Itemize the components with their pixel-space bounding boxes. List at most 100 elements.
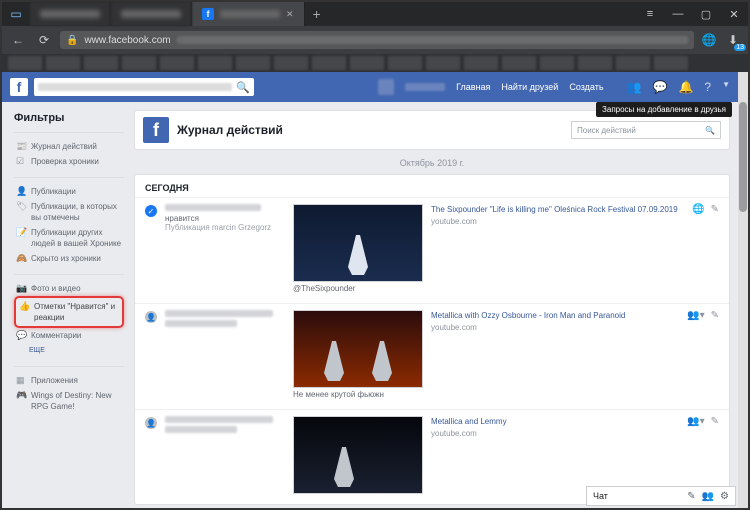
sidebar-group-3: 📷Фото и видео 👍Отметки "Нравится" и реак… xyxy=(14,274,124,358)
tab-active-facebook[interactable]: f ✕ xyxy=(192,2,305,26)
page-title: Журнал действий xyxy=(177,123,283,137)
thumbnail-caption: @TheSixpounder xyxy=(293,284,423,293)
sidebar-item-others-posts[interactable]: 📝Публикации других людей в вашей Хронике xyxy=(14,225,124,251)
sidebar-item-game[interactable]: 🎮Wings of Destiny: New RPG Game! xyxy=(14,388,124,414)
edit-icon[interactable]: ✎ xyxy=(711,416,719,427)
maximize-button[interactable]: ▢ xyxy=(692,2,720,26)
close-button[interactable]: ✕ xyxy=(720,2,748,26)
edit-icon[interactable]: ✎ xyxy=(711,204,719,215)
scrollbar-thumb[interactable] xyxy=(739,102,747,212)
sidebar-item-comments[interactable]: 💬Комментарии xyxy=(14,328,124,343)
nav-find-friends[interactable]: Найти друзей xyxy=(501,82,558,92)
bookmark-item[interactable] xyxy=(350,56,384,70)
tab-title-blurred xyxy=(220,10,280,18)
notifications-icon[interactable]: 🔔 xyxy=(678,80,693,94)
entry-description: нравится Публикация marcin Grzegorz xyxy=(165,204,285,293)
bookmark-item[interactable] xyxy=(274,56,308,70)
video-thumbnail[interactable] xyxy=(293,416,423,494)
filters-sidebar: Фильтры 📰Журнал действий ☑Проверка хрони… xyxy=(2,102,130,508)
bookmark-item[interactable] xyxy=(46,56,80,70)
new-tab-button[interactable]: + xyxy=(305,2,329,26)
activity-search-box[interactable]: Поиск действий 🔍 xyxy=(571,121,721,139)
bookmark-item[interactable] xyxy=(578,56,612,70)
video-thumbnail[interactable] xyxy=(293,310,423,388)
bookmark-item[interactable] xyxy=(388,56,422,70)
sidebar-item-activity-log[interactable]: 📰Журнал действий xyxy=(14,139,124,154)
chat-group-icon[interactable]: 👥 xyxy=(702,491,714,502)
edit-icon[interactable]: ✎ xyxy=(711,310,719,321)
search-icon[interactable]: 🔍 xyxy=(705,126,715,135)
sidebar-item-hidden[interactable]: 🙈Скрыто из хроники xyxy=(14,251,124,266)
hamburger-icon[interactable]: ≡ xyxy=(636,2,664,26)
sidebar-item-apps[interactable]: ▦Приложения xyxy=(14,373,124,388)
page-scrollbar[interactable] xyxy=(738,72,748,508)
bookmarks-bar xyxy=(2,54,748,72)
downloads-ext-icon[interactable]: ⬇ xyxy=(724,31,742,49)
friend-requests-icon[interactable]: 👥 xyxy=(627,80,642,94)
reload-button[interactable]: ⟳ xyxy=(34,30,54,50)
translate-ext-icon[interactable]: 🌐 xyxy=(700,31,718,49)
fb-search-box[interactable]: 🔍 xyxy=(34,78,254,96)
sidebar-item-likes-reactions[interactable]: 👍Отметки "Нравится" и реакции xyxy=(14,296,124,328)
privacy-icon[interactable]: 👥▾ xyxy=(687,310,704,321)
bookmark-item[interactable] xyxy=(312,56,346,70)
system-menu-icon[interactable]: ▭ xyxy=(2,2,30,26)
fb-logo[interactable]: f xyxy=(10,78,28,96)
sidebar-item-photos[interactable]: 📷Фото и видео xyxy=(14,281,124,296)
bookmark-item[interactable] xyxy=(84,56,118,70)
bookmark-item[interactable] xyxy=(160,56,194,70)
back-button[interactable]: ← xyxy=(8,30,28,50)
messages-icon[interactable]: 💬 xyxy=(652,80,667,94)
avatar[interactable] xyxy=(378,79,394,95)
tab-inactive-2[interactable] xyxy=(111,2,192,26)
tag-icon: 🏷 xyxy=(16,201,26,223)
bookmark-item[interactable] xyxy=(540,56,574,70)
camera-icon: 📷 xyxy=(16,283,26,294)
chat-bar[interactable]: Чат ✎ 👥 ⚙ xyxy=(586,486,736,506)
sidebar-item-posts[interactable]: 👤Публикации xyxy=(14,184,124,199)
bookmark-item[interactable] xyxy=(426,56,460,70)
fb-nav: Главная Найти друзей Создать 👥 💬 🔔 ? ▼ xyxy=(378,79,730,95)
nav-create[interactable]: Создать xyxy=(569,82,603,92)
chat-label: Чат xyxy=(593,491,608,501)
bookmark-item[interactable] xyxy=(8,56,42,70)
bookmark-item[interactable] xyxy=(464,56,498,70)
apps-icon: ▦ xyxy=(16,375,26,386)
address-field[interactable]: 🔒 www.facebook.com xyxy=(60,31,694,49)
comment-icon: 💬 xyxy=(16,330,26,341)
bookmark-item[interactable] xyxy=(616,56,650,70)
bookmark-item[interactable] xyxy=(122,56,156,70)
entry-link-title[interactable]: Metallica with Ozzy Osbourne - Iron Man … xyxy=(431,310,679,321)
username-blurred[interactable] xyxy=(405,83,445,91)
bookmark-item[interactable] xyxy=(198,56,232,70)
note-icon: 📝 xyxy=(16,227,26,249)
chat-compose-icon[interactable]: ✎ xyxy=(687,491,695,502)
tab-strip: ▭ f ✕ + ≡ — ▢ ✕ xyxy=(2,2,748,26)
sidebar-item-tagged[interactable]: 🏷Публикации, в которых вы отмечены xyxy=(14,199,124,225)
sidebar-more[interactable]: ЕЩЕ xyxy=(14,343,124,358)
help-icon[interactable]: ? xyxy=(704,80,711,94)
tab-close-icon[interactable]: ✕ xyxy=(286,9,294,20)
entry-link-title[interactable]: The Sixpounder "Life is killing me" Oleś… xyxy=(431,204,684,215)
tab-inactive-1[interactable] xyxy=(30,2,111,26)
entry-source: youtube.com xyxy=(431,429,679,438)
privacy-icon[interactable]: 🌐 xyxy=(692,204,704,215)
bookmark-item[interactable] xyxy=(502,56,536,70)
entry-link-title[interactable]: Metallica and Lemmy xyxy=(431,416,679,427)
bookmark-item[interactable] xyxy=(654,56,688,70)
sidebar-item-timeline-review[interactable]: ☑Проверка хроники xyxy=(14,154,124,169)
privacy-icon[interactable]: 👥▾ xyxy=(687,416,704,427)
nav-home[interactable]: Главная xyxy=(456,82,490,92)
sidebar-item-label: Публикации других людей в вашей Хронике xyxy=(31,227,122,249)
sidebar-item-label: Публикации, в которых вы отмечены xyxy=(31,201,122,223)
account-dropdown-icon[interactable]: ▼ xyxy=(722,80,730,94)
search-icon[interactable]: 🔍 xyxy=(236,81,250,94)
chat-gear-icon[interactable]: ⚙ xyxy=(720,491,729,502)
minimize-button[interactable]: — xyxy=(664,2,692,26)
video-thumbnail[interactable] xyxy=(293,204,423,282)
fb-top-bar: f 🔍 Главная Найти друзей Создать 👥 💬 🔔 xyxy=(2,72,738,102)
entry-meta: Metallica and Lemmy youtube.com xyxy=(431,416,679,494)
entry-source: youtube.com xyxy=(431,217,684,226)
friend-requests-tooltip: Запросы на добавление в друзья xyxy=(596,102,732,117)
bookmark-item[interactable] xyxy=(236,56,270,70)
